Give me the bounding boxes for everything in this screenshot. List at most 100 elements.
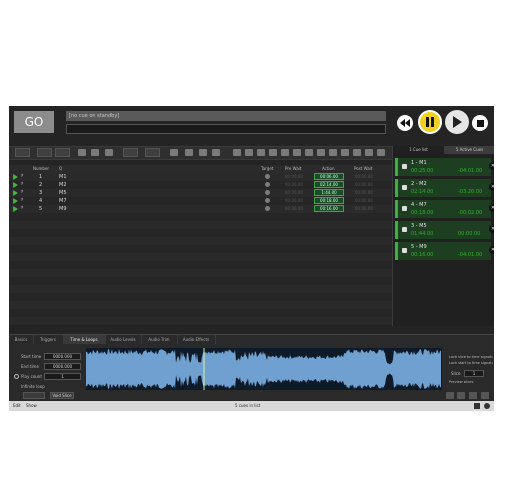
cue-row[interactable]: ♯ 2 M2 00:00.00 02:14.00 00:00.00 [9, 181, 392, 189]
zoom-button[interactable] [446, 392, 454, 399]
pre-wait-value[interactable]: 00:00.00 [285, 206, 303, 211]
action-duration[interactable]: 02:14.00 [314, 181, 344, 188]
cue-notes-field[interactable] [66, 124, 386, 134]
group-cue-icon[interactable] [212, 149, 220, 156]
network-cue-icon[interactable] [170, 149, 178, 156]
target-icon[interactable] [265, 182, 270, 187]
play-count-radio[interactable] [14, 374, 19, 379]
close-icon[interactable]: ✕ [489, 225, 494, 233]
pre-wait-value[interactable]: 00:00.00 [285, 198, 303, 203]
tab-audio-levels[interactable]: Audio Levels [105, 335, 142, 344]
active-cue[interactable]: 2 - M2 02:14.00 -03:20.00 ✕ [395, 179, 494, 197]
post-wait-value[interactable]: 00:00.00 [355, 206, 373, 211]
waveform-view[interactable] [86, 348, 442, 390]
video-cue-icon[interactable] [78, 149, 86, 156]
lock-slice-option[interactable]: Lock slice to time signature [449, 355, 493, 359]
q-header[interactable]: Q [59, 166, 62, 171]
target-cue-icon[interactable] [317, 149, 325, 156]
tab-audio-effects[interactable]: Audio Effects [177, 335, 216, 344]
settings-gear-icon[interactable] [484, 403, 490, 409]
slice-count-field[interactable]: 1 [464, 370, 484, 377]
active-cue[interactable]: 5 - M9 00:16.00 -04:01.00 ✕ [395, 242, 494, 260]
pause-button[interactable] [418, 110, 442, 134]
play-count-field[interactable]: 1 [44, 373, 81, 380]
target-icon[interactable] [265, 190, 270, 195]
active-cue[interactable]: 3 - M5 01:44.00 00:00.00 ✕ [395, 221, 494, 239]
infinite-loop-label[interactable]: Infinite loop [21, 384, 45, 389]
rewind-button[interactable] [397, 115, 413, 131]
post-wait-value[interactable]: 00:00.00 [355, 174, 373, 179]
preview-play-button[interactable] [469, 392, 477, 399]
wait-cue-icon[interactable] [353, 149, 361, 156]
camera-cue-icon[interactable] [91, 149, 99, 156]
pre-wait-value[interactable]: 00:00.00 [285, 190, 303, 195]
reset-cue-icon[interactable] [281, 149, 289, 156]
post-wait-value[interactable]: 00:00.00 [355, 198, 373, 203]
pre-wait-value[interactable]: 00:00.00 [285, 174, 303, 179]
show-mode-button[interactable]: Show [26, 403, 37, 408]
midi-cue-icon[interactable] [185, 149, 193, 156]
memo-cue-icon[interactable] [365, 149, 373, 156]
tab-time-loops[interactable]: Time & Loops [63, 335, 106, 344]
stop-cue-icon[interactable] [245, 149, 253, 156]
preview-slices-option[interactable]: Preview slices [449, 380, 473, 384]
go-button[interactable]: GO [14, 111, 54, 133]
action-duration[interactable]: 00:06.00 [314, 173, 344, 180]
preview-pause-button[interactable] [481, 392, 489, 399]
light-cue-button[interactable] [123, 148, 138, 157]
active-cue[interactable]: 1 - M1 00:25.00 -04:01.00 ✕ [395, 158, 494, 176]
cue-row[interactable]: ♯ 3 M5 00:00.00 1:44.00 00:00.00 [9, 189, 392, 197]
end-time-field[interactable]: 0000.000 [44, 363, 81, 370]
disarm-cue-icon[interactable] [341, 149, 349, 156]
text-cue-icon[interactable] [105, 149, 113, 156]
target-icon[interactable] [265, 206, 270, 211]
grid-icon[interactable] [474, 403, 480, 409]
fade-cue-button[interactable] [145, 148, 160, 157]
tab-audio-trim[interactable]: Audio Trim [141, 335, 178, 344]
start-cue-icon[interactable] [233, 149, 241, 156]
tab-cue-list[interactable]: 1 Cue list [393, 146, 444, 154]
action-header[interactable]: Action [322, 166, 335, 171]
action-duration[interactable]: 00:16.00 [314, 205, 344, 212]
post-wait-value[interactable]: 00:00.00 [355, 190, 373, 195]
target-icon[interactable] [265, 198, 270, 203]
tab-active-cues[interactable]: 5 Active Cues [444, 146, 494, 154]
goto-cue-icon[interactable] [305, 149, 313, 156]
post-wait-header[interactable]: Post Wait [354, 166, 372, 171]
action-duration[interactable]: 00:18.00 [314, 197, 344, 204]
cue-row[interactable]: ♯ 4 M7 00:00.00 00:18.00 00:00.00 [9, 197, 392, 205]
target-icon[interactable] [265, 174, 270, 179]
target-header[interactable]: Target [261, 166, 273, 171]
cue-row[interactable]: ♯ 5 M9 00:00.00 00:16.00 00:00.00 [9, 205, 392, 213]
stop-button[interactable] [472, 115, 488, 131]
mic-cue-button[interactable] [55, 148, 70, 157]
number-header[interactable]: Number [33, 166, 49, 171]
script-cue-icon[interactable] [377, 149, 385, 156]
post-wait-value[interactable]: 00:00.00 [355, 182, 373, 187]
cue-row[interactable]: ♯ 1 M1 00:00.00 00:06.00 00:00.00 [9, 173, 392, 181]
pre-wait-header[interactable]: Pre Wait [285, 166, 301, 171]
load-cue-icon[interactable] [269, 149, 277, 156]
loop-slice-button[interactable] [23, 392, 45, 399]
play-button[interactable] [445, 110, 469, 134]
close-icon[interactable]: ✕ [489, 162, 494, 170]
action-duration[interactable]: 1:44.00 [314, 189, 344, 196]
loop-play-button[interactable] [457, 392, 465, 399]
audio-cue-button[interactable] [37, 148, 52, 157]
tab-triggers[interactable]: Triggers [33, 335, 64, 344]
start-time-field[interactable]: 0000.000 [44, 353, 81, 360]
close-icon[interactable]: ✕ [489, 183, 494, 191]
pre-wait-value[interactable]: 00:00.00 [285, 182, 303, 187]
devamp-cue-icon[interactable] [293, 149, 301, 156]
void-slice-button[interactable]: Void Slice [50, 392, 74, 399]
edit-mode-button[interactable]: Edit [13, 403, 21, 408]
select-button[interactable] [15, 148, 30, 157]
close-icon[interactable]: ✕ [489, 204, 494, 212]
close-icon[interactable]: ✕ [489, 246, 494, 254]
cue-name-field[interactable]: [no cue on standby] [66, 111, 386, 121]
tab-basics[interactable]: Basics [9, 335, 34, 344]
arm-cue-icon[interactable] [329, 149, 337, 156]
timecode-cue-icon[interactable] [199, 149, 207, 156]
lock-start-option[interactable]: Lock start to time signature [449, 361, 493, 365]
active-cue[interactable]: 4 - M7 00:18.00 -00:02.00 ✕ [395, 200, 494, 218]
